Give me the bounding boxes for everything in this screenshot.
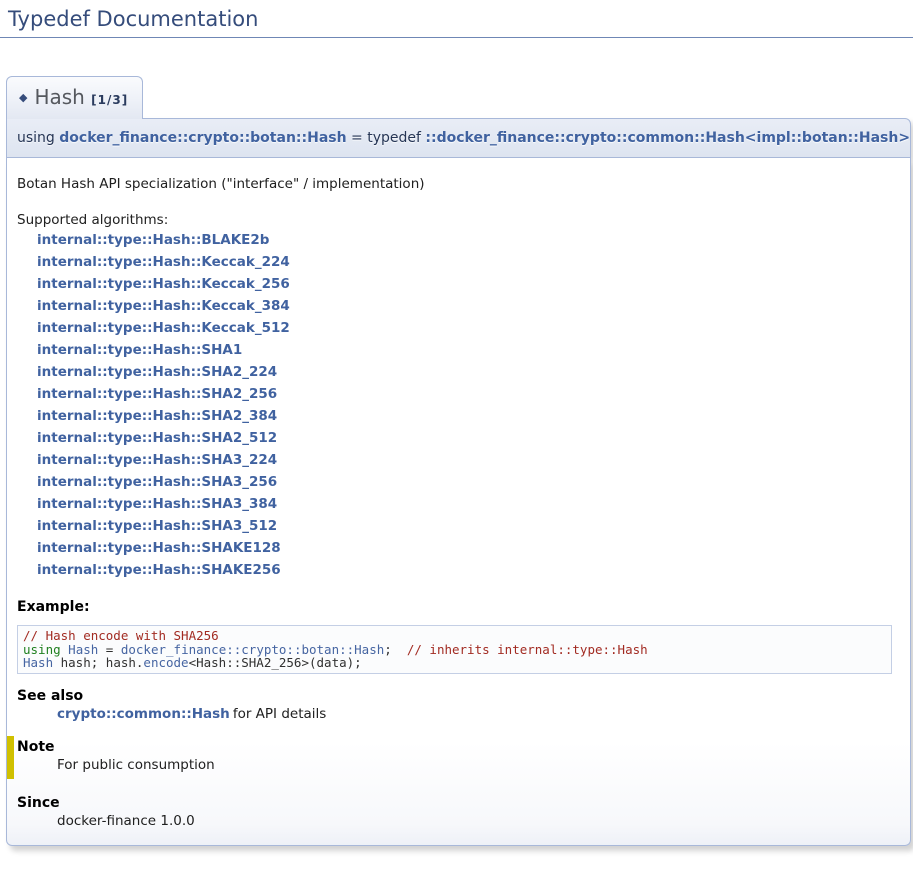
member-documentation: Botan Hash API specialization ("interfac… — [6, 158, 911, 846]
algo-link-sha3-512[interactable]: internal::type::Hash::SHA3_512 — [37, 518, 277, 534]
code-text: ; — [384, 642, 407, 657]
list-item: internal::type::Hash::BLAKE2b — [37, 229, 900, 251]
member-tab[interactable]: ◆ Hash [1/3] — [6, 76, 143, 119]
typedef-signature: using docker_finance::crypto::botan::Has… — [6, 118, 911, 158]
typedef-member-block: ◆Hash [1/3] using docker_finance::crypto… — [6, 76, 911, 846]
code-link-hash-type[interactable]: Hash — [23, 655, 53, 670]
since-label: Since — [17, 795, 900, 811]
list-item: internal::type::Hash::Keccak_512 — [37, 317, 900, 339]
list-item: internal::type::Hash::Keccak_224 — [37, 251, 900, 273]
note-label: Note — [17, 739, 900, 755]
code-link-encode[interactable]: encode — [143, 655, 188, 670]
link-common-hash-template[interactable]: ::docker_finance::crypto::common::Hash<i… — [425, 130, 910, 146]
permalink-diamond-icon[interactable]: ◆ — [19, 91, 27, 104]
signature-using-keyword: using — [17, 130, 59, 146]
list-item: internal::type::Hash::SHA3_512 — [37, 515, 900, 537]
see-also-label: See also — [17, 688, 900, 704]
algo-link-shake256[interactable]: internal::type::Hash::SHAKE256 — [37, 562, 281, 578]
algo-link-shake128[interactable]: internal::type::Hash::SHAKE128 — [37, 540, 281, 556]
list-item: internal::type::Hash::Keccak_256 — [37, 273, 900, 295]
since-section: Since docker-finance 1.0.0 — [17, 795, 900, 829]
algo-link-keccak-512[interactable]: internal::type::Hash::Keccak_512 — [37, 320, 290, 336]
algo-link-sha1[interactable]: internal::type::Hash::SHA1 — [37, 342, 242, 358]
algo-link-sha3-384[interactable]: internal::type::Hash::SHA3_384 — [37, 496, 277, 512]
code-comment: // inherits internal::type::Hash — [407, 642, 648, 657]
code-text: hash; hash. — [53, 655, 143, 670]
algo-link-sha3-256[interactable]: internal::type::Hash::SHA3_256 — [37, 474, 277, 490]
list-item: internal::type::Hash::SHA3_224 — [37, 449, 900, 471]
list-item: internal::type::Hash::SHA2_224 — [37, 361, 900, 383]
see-also-section: See also crypto::common::Hashfor API det… — [17, 688, 900, 722]
list-item: internal::type::Hash::SHAKE128 — [37, 537, 900, 559]
code-text: <Hash::SHA2_256>(data); — [189, 655, 362, 670]
see-also-text: for API details — [233, 706, 326, 722]
list-item: internal::type::Hash::SHA2_512 — [37, 427, 900, 449]
list-item: internal::type::Hash::SHA2_384 — [37, 405, 900, 427]
list-item: internal::type::Hash::SHA2_256 — [37, 383, 900, 405]
code-fragment: // Hash encode with SHA256 using Hash = … — [17, 625, 892, 674]
see-also-content: crypto::common::Hashfor API details — [57, 706, 900, 722]
example-section: Example: — [17, 599, 900, 615]
link-crypto-common-hash[interactable]: crypto::common::Hash — [57, 706, 230, 722]
algo-link-keccak-256[interactable]: internal::type::Hash::Keccak_256 — [37, 276, 290, 292]
member-tab-index: [1/3] — [91, 93, 128, 107]
note-section: Note For public consumption — [7, 736, 900, 779]
supported-algorithms-label: Supported algorithms: — [17, 212, 900, 228]
algo-link-sha2-224[interactable]: internal::type::Hash::SHA2_224 — [37, 364, 277, 380]
since-text: docker-finance 1.0.0 — [57, 813, 900, 829]
list-item: internal::type::Hash::SHA3_256 — [37, 471, 900, 493]
note-text: For public consumption — [57, 757, 900, 773]
signature-equals-typedef: = typedef — [347, 130, 426, 146]
code-line: using Hash = docker_finance::crypto::bot… — [23, 643, 886, 657]
intro-paragraph: Botan Hash API specialization ("interfac… — [17, 176, 900, 192]
algo-link-sha3-224[interactable]: internal::type::Hash::SHA3_224 — [37, 452, 277, 468]
algorithm-list: internal::type::Hash::BLAKE2b internal::… — [37, 229, 900, 581]
algo-link-sha2-384[interactable]: internal::type::Hash::SHA2_384 — [37, 408, 277, 424]
list-item: internal::type::Hash::Keccak_384 — [37, 295, 900, 317]
code-line: // Hash encode with SHA256 — [23, 629, 886, 643]
link-botan-hash[interactable]: docker_finance::crypto::botan::Hash — [59, 130, 346, 146]
page-title: Typedef Documentation — [0, 0, 913, 38]
example-label: Example: — [17, 599, 900, 615]
algo-link-sha2-256[interactable]: internal::type::Hash::SHA2_256 — [37, 386, 277, 402]
algo-link-keccak-384[interactable]: internal::type::Hash::Keccak_384 — [37, 298, 290, 314]
list-item: internal::type::Hash::SHAKE256 — [37, 559, 900, 581]
member-tab-label: Hash — [34, 85, 84, 109]
algo-link-keccak-224[interactable]: internal::type::Hash::Keccak_224 — [37, 254, 290, 270]
list-item: internal::type::Hash::SHA1 — [37, 339, 900, 361]
code-line: Hash hash; hash.encode<Hash::SHA2_256>(d… — [23, 656, 886, 670]
list-item: internal::type::Hash::SHA3_384 — [37, 493, 900, 515]
algo-link-sha2-512[interactable]: internal::type::Hash::SHA2_512 — [37, 430, 277, 446]
algo-link-blake2b[interactable]: internal::type::Hash::BLAKE2b — [37, 232, 269, 248]
